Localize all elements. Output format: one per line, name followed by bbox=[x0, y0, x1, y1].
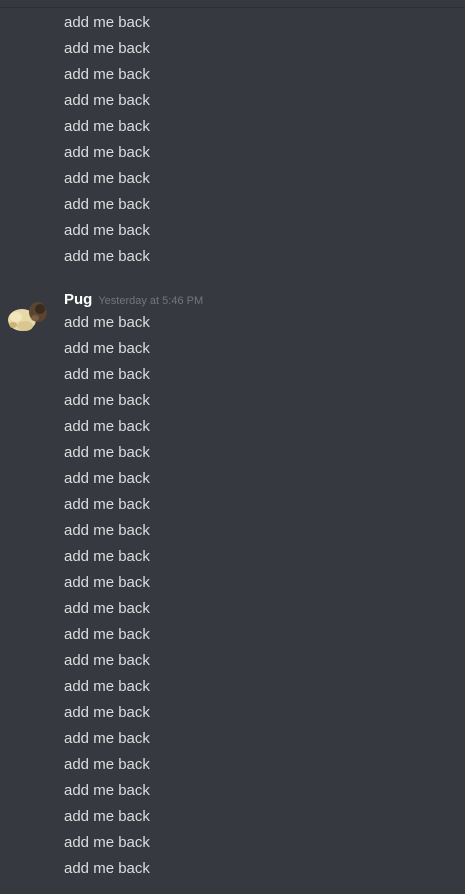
message-line[interactable]: add me back bbox=[64, 388, 150, 414]
message-line[interactable]: add me back bbox=[64, 804, 150, 830]
message-line[interactable]: add me back bbox=[64, 362, 150, 388]
message-line[interactable]: add me back bbox=[64, 62, 150, 88]
message-line[interactable]: add me back bbox=[64, 440, 150, 466]
message-line[interactable]: add me back bbox=[64, 544, 150, 570]
message-line[interactable]: add me back bbox=[64, 570, 150, 596]
message-line[interactable]: add me back bbox=[64, 166, 150, 192]
message-line[interactable]: add me back bbox=[64, 856, 150, 882]
message-line[interactable]: add me back bbox=[64, 622, 150, 648]
message-line[interactable]: add me back bbox=[64, 336, 150, 362]
message-line[interactable]: add me back bbox=[64, 218, 150, 244]
message-line[interactable]: add me back bbox=[64, 830, 150, 856]
message-line[interactable]: add me back bbox=[64, 140, 150, 166]
message-line[interactable]: add me back bbox=[64, 310, 150, 336]
message-line[interactable]: add me back bbox=[64, 674, 150, 700]
message-line[interactable]: add me back bbox=[64, 244, 150, 270]
message-line[interactable]: add me back bbox=[64, 10, 150, 36]
author-name[interactable]: Pug bbox=[64, 291, 92, 308]
message-line[interactable]: add me back bbox=[64, 114, 150, 140]
message-timestamp[interactable]: Yesterday at 5:46 PM bbox=[98, 295, 203, 307]
message-line[interactable]: add me back bbox=[64, 518, 150, 544]
message-line[interactable]: add me back bbox=[64, 726, 150, 752]
message-line[interactable]: add me back bbox=[64, 648, 150, 674]
message-line[interactable]: add me back bbox=[64, 192, 150, 218]
chat-messages[interactable]: add me back add me back add me back add … bbox=[0, 0, 465, 894]
user-avatar[interactable] bbox=[7, 296, 47, 336]
message-line[interactable]: add me back bbox=[64, 752, 150, 778]
message-line[interactable]: add me back bbox=[64, 492, 150, 518]
message-line[interactable]: add me back bbox=[64, 700, 150, 726]
message-line[interactable]: add me back bbox=[64, 36, 150, 62]
message-line[interactable]: add me back bbox=[64, 414, 150, 440]
message-header: Pug Yesterday at 5:46 PM bbox=[64, 289, 203, 311]
message-line[interactable]: add me back bbox=[64, 778, 150, 804]
message-line[interactable]: add me back bbox=[64, 466, 150, 492]
message-line[interactable]: add me back bbox=[64, 596, 150, 622]
pug-avatar-icon bbox=[7, 296, 47, 336]
message-line[interactable]: add me back bbox=[64, 88, 150, 114]
